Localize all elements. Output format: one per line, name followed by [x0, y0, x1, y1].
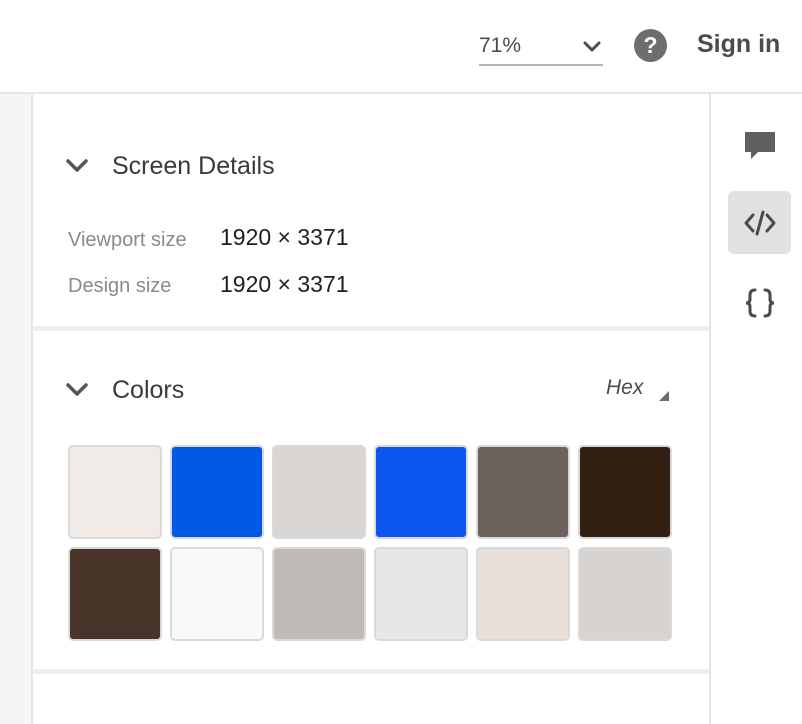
- dropdown-corner-icon: [659, 391, 669, 401]
- color-swatch[interactable]: [374, 547, 468, 641]
- chevron-down-icon: [583, 40, 601, 58]
- zoom-value: 71%: [479, 34, 522, 57]
- design-size-value: 1920 × 3371: [220, 271, 349, 297]
- inspect-panel: Screen Details Viewport size 1920 × 3371…: [33, 94, 709, 724]
- sign-in-button[interactable]: Sign in: [697, 30, 780, 59]
- top-bar: 71% ? Sign in: [0, 0, 802, 94]
- color-swatch[interactable]: [170, 547, 264, 641]
- color-swatch[interactable]: [170, 445, 264, 539]
- color-swatch[interactable]: [374, 445, 468, 539]
- zoom-select[interactable]: 71%: [479, 30, 603, 66]
- color-swatch[interactable]: [68, 445, 162, 539]
- color-swatch[interactable]: [578, 547, 672, 641]
- design-size-label: Design size: [68, 275, 172, 297]
- color-swatch-grid: [68, 445, 672, 641]
- color-swatch[interactable]: [68, 547, 162, 641]
- section-divider: [33, 326, 709, 331]
- section-header-screen-details[interactable]: Screen Details: [33, 146, 709, 186]
- section-divider: [33, 669, 709, 674]
- viewport-size-value: 1920 × 3371: [220, 224, 349, 250]
- color-swatch[interactable]: [476, 445, 570, 539]
- right-rail: [709, 94, 802, 724]
- color-format-dropdown[interactable]: Hex: [606, 376, 643, 400]
- variables-button[interactable]: [728, 271, 791, 334]
- chevron-down-icon: [66, 383, 88, 402]
- comment-icon: [745, 132, 775, 159]
- section-title: Screen Details: [112, 152, 275, 180]
- chevron-down-icon: [66, 159, 88, 178]
- code-icon: [744, 210, 776, 236]
- section-title: Colors: [112, 376, 185, 404]
- comments-button[interactable]: [728, 114, 791, 177]
- color-swatch[interactable]: [476, 547, 570, 641]
- braces-icon: [745, 288, 775, 318]
- left-collapsed-panel: [0, 94, 33, 724]
- color-swatch[interactable]: [578, 445, 672, 539]
- viewport-size-label: Viewport size: [68, 229, 187, 251]
- help-icon[interactable]: ?: [634, 29, 667, 62]
- color-swatch[interactable]: [272, 547, 366, 641]
- code-button[interactable]: [728, 191, 791, 254]
- color-swatch[interactable]: [272, 445, 366, 539]
